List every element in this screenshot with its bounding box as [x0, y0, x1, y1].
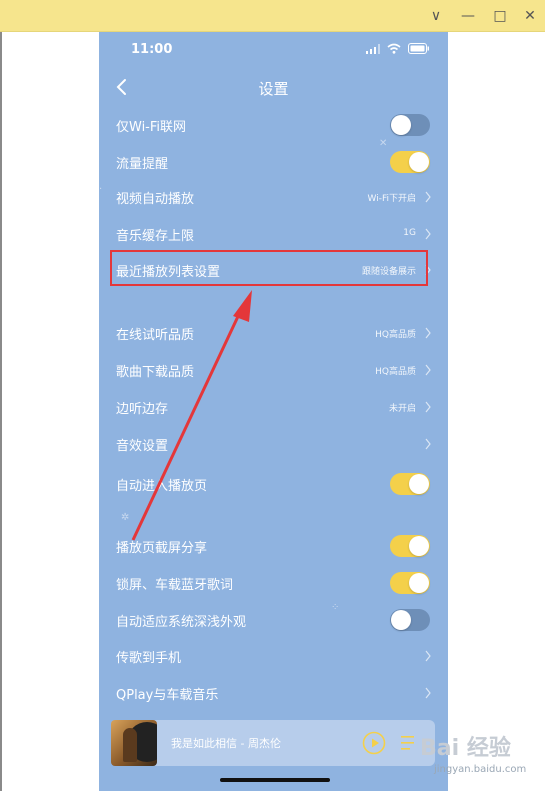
- watermark: Bai 经验 jingyan.baidu.com: [414, 728, 540, 784]
- phone-screen: ✕ · ✲ ⁘ 11:00 设置 仅Wi-Fi联网 流量提醒 视频自动播放 Wi…: [99, 32, 448, 791]
- maximize-button[interactable]: □: [484, 0, 516, 31]
- collapse-button[interactable]: ∨: [420, 0, 452, 31]
- home-indicator: [220, 778, 330, 782]
- window-titlebar: ∨ — □ ✕: [0, 0, 545, 32]
- annotation-arrow: [131, 290, 252, 541]
- left-edge: [0, 32, 2, 791]
- watermark-logo: Bai 经验: [420, 736, 511, 761]
- mini-player[interactable]: 我是如此相信 - 周杰伦: [111, 720, 435, 766]
- minimize-button[interactable]: —: [452, 0, 484, 31]
- album-cover[interactable]: [111, 720, 157, 766]
- song-title: 我是如此相信 - 周杰伦: [171, 737, 281, 750]
- play-circle-icon[interactable]: [362, 731, 386, 755]
- watermark-url: jingyan.baidu.com: [434, 764, 527, 775]
- close-button[interactable]: ✕: [514, 0, 545, 31]
